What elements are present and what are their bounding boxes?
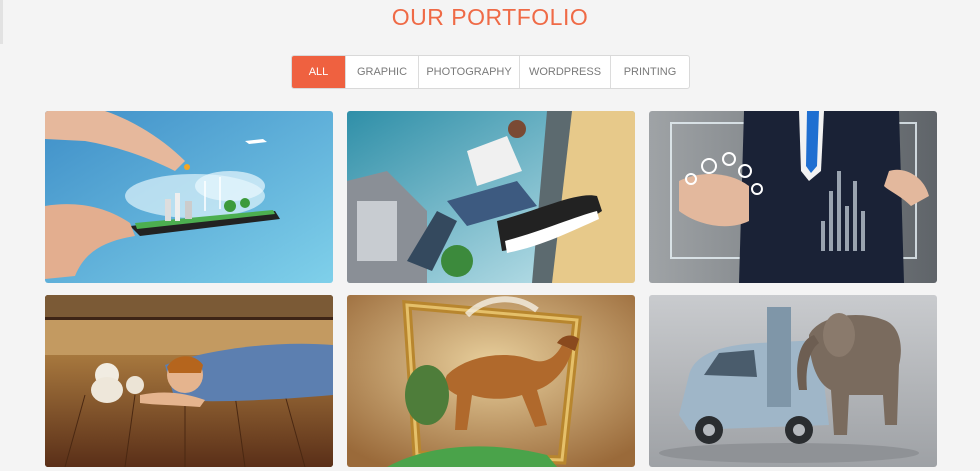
portfolio-item-horse-frame[interactable] <box>347 295 635 467</box>
business-touch-image <box>649 111 937 283</box>
portfolio-item-tablet-city[interactable] <box>45 111 333 283</box>
filter-photography[interactable]: PHOTOGRAPHY <box>418 56 519 88</box>
portfolio-item-running-man[interactable] <box>347 111 635 283</box>
horse-frame-image <box>347 295 635 467</box>
portfolio-filter-bar: ALL GRAPHIC PHOTOGRAPHY WORDPRESS PRINTI… <box>291 55 690 89</box>
portfolio-item-elephant-van[interactable] <box>649 295 937 467</box>
filter-graphic[interactable]: GRAPHIC <box>345 56 418 88</box>
filter-wordpress[interactable]: WORDPRESS <box>519 56 610 88</box>
filter-printing[interactable]: PRINTING <box>610 56 689 88</box>
portfolio-section: OUR PORTFOLIO ALL GRAPHIC PHOTOGRAPHY WO… <box>0 0 980 471</box>
running-man-image <box>347 111 635 283</box>
tablet-city-image <box>45 111 333 283</box>
filter-all[interactable]: ALL <box>292 56 345 88</box>
elephant-van-image <box>649 295 937 467</box>
portfolio-item-business-touch[interactable] <box>649 111 937 283</box>
child-floor-image <box>45 295 333 467</box>
portfolio-item-child-floor[interactable] <box>45 295 333 467</box>
section-title: OUR PORTFOLIO <box>391 4 589 30</box>
